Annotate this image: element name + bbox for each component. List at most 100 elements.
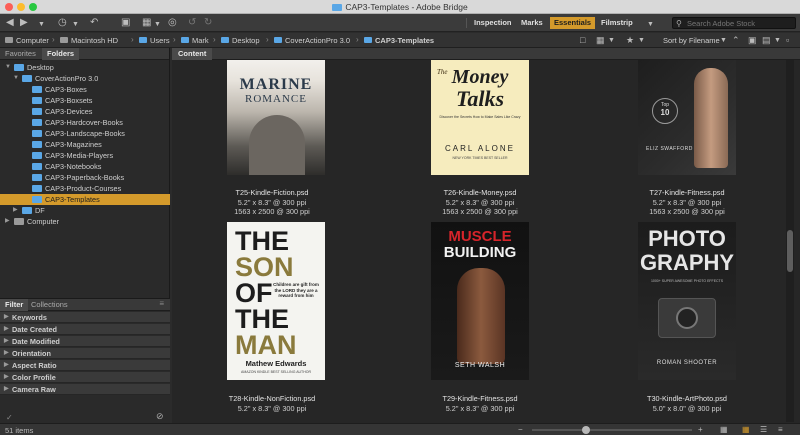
file-dimensions: 5.2" x 8.3" @ 300 ppi bbox=[652, 197, 722, 207]
file-dimensions: 5.0" x 8.0" @ 300 ppi bbox=[652, 403, 722, 413]
tab-folders[interactable]: Folders bbox=[42, 48, 80, 60]
breadcrumb-mark[interactable]: Mark bbox=[181, 36, 209, 45]
folder-icon bbox=[32, 108, 42, 115]
return-icon[interactable]: ↶ bbox=[90, 17, 98, 29]
workspace-menu-chevron-icon[interactable]: ▼ bbox=[647, 19, 654, 31]
content-scrollbar[interactable] bbox=[786, 60, 794, 422]
tree-item-cap3-hardcover-books[interactable]: CAP3-Hardcover-Books bbox=[0, 117, 170, 128]
zoom-out-icon[interactable]: − bbox=[518, 425, 523, 434]
file-name: T30-Kindle-ArtPhoto.psd bbox=[647, 394, 727, 403]
search-field[interactable]: ⚲ bbox=[672, 17, 796, 29]
file-name: T27-Kindle-Fitness.psd bbox=[649, 188, 725, 197]
cover-muscle-building[interactable]: MUSCLE BUILDING SETH WALSH bbox=[431, 222, 529, 380]
tree-item-cap3-magazines[interactable]: CAP3-Magazines bbox=[0, 139, 170, 150]
folder-icon bbox=[32, 119, 42, 126]
folder-icon bbox=[32, 97, 42, 104]
refine-icon[interactable]: ▦ bbox=[142, 17, 151, 29]
open-in-camera-raw-icon[interactable]: ◎ bbox=[168, 17, 177, 29]
breadcrumb-macintosh-hd[interactable]: Macintosh HD bbox=[60, 36, 118, 45]
tree-item-computer[interactable]: ▶ Computer bbox=[0, 216, 170, 227]
tab-collections[interactable]: Collections bbox=[26, 299, 73, 311]
sort-dropdown[interactable]: Sort by Filename bbox=[663, 36, 720, 45]
workspace-marks[interactable]: Marks bbox=[517, 17, 547, 29]
tree-item-cap3-product-courses[interactable]: CAP3-Product-Courses bbox=[0, 183, 170, 194]
breadcrumb-users[interactable]: Users bbox=[139, 36, 170, 45]
tree-item-cap3-landscape-books[interactable]: CAP3-Landscape-Books bbox=[0, 128, 170, 139]
breadcrumb-desktop[interactable]: Desktop bbox=[221, 36, 260, 45]
chevron-down-icon[interactable]: ▼ bbox=[38, 19, 45, 31]
forward-arrow-icon[interactable]: ▶ bbox=[20, 17, 28, 29]
chevron-down-icon[interactable]: ▼ bbox=[774, 37, 781, 44]
folder-icon bbox=[22, 207, 32, 214]
filter-camera-raw[interactable]: ▶ Camera Raw bbox=[0, 384, 170, 395]
filter-aspect-ratio[interactable]: ▶ Aspect Ratio bbox=[0, 360, 170, 371]
zoom-in-icon[interactable]: + bbox=[698, 425, 703, 434]
panel-menu-icon[interactable]: ≡ bbox=[159, 299, 164, 308]
tree-item-desktop[interactable]: ▼ Desktop bbox=[0, 62, 170, 73]
tree-item-cap3-notebooks[interactable]: CAP3-Notebooks bbox=[0, 161, 170, 172]
tree-item-cap3-paperback-books[interactable]: CAP3-Paperback-Books bbox=[0, 172, 170, 183]
photo-import-icon[interactable]: ▣ bbox=[121, 17, 130, 29]
cover-fitness-woman[interactable]: Top 10 ELIZ SWAFFORD bbox=[638, 60, 736, 175]
chevron-down-icon[interactable]: ▼ bbox=[720, 37, 727, 44]
tree-item-cap3-media-players[interactable]: CAP3-Media-Players bbox=[0, 150, 170, 161]
folders-panel: Favorites Folders ▼ Desktop ▼ CoverActio… bbox=[0, 48, 170, 423]
filter-orientation[interactable]: ▶ Orientation bbox=[0, 348, 170, 359]
tab-filter[interactable]: Filter bbox=[0, 299, 29, 311]
quality-icon[interactable]: □ bbox=[580, 35, 585, 45]
workspace-essentials[interactable]: Essentials bbox=[550, 17, 596, 29]
tab-content[interactable]: Content bbox=[172, 48, 213, 60]
tree-item-cap3-devices[interactable]: CAP3-Devices bbox=[0, 106, 170, 117]
expand-triangle-icon[interactable]: ▶ bbox=[5, 216, 10, 227]
new-folder-icon[interactable]: ▤ bbox=[762, 35, 771, 46]
pin-icon[interactable]: ✓ bbox=[6, 413, 13, 422]
breadcrumb-cap3-templates[interactable]: CAP3-Templates bbox=[364, 36, 434, 45]
tree-item-cap3-templates[interactable]: CAP3-Templates bbox=[0, 194, 170, 205]
chevron-down-icon[interactable]: ▼ bbox=[72, 19, 79, 31]
cover-photography[interactable]: PHOTO GRAPHY 1000+ SUPER AWESOME PHOTO E… bbox=[638, 222, 736, 380]
filter-keywords[interactable]: ▶ Keywords bbox=[0, 312, 170, 323]
window-title: CAP3-Templates - Adobe Bridge bbox=[345, 2, 468, 12]
cover-son-of-the-man[interactable]: THE SON OF Children are gift from the LO… bbox=[227, 222, 325, 380]
expand-triangle-icon[interactable]: ▶ bbox=[13, 205, 18, 216]
cover-marine-romance[interactable]: MARINE ROMANCE bbox=[227, 60, 325, 175]
tree-item-coveractionpro[interactable]: ▼ CoverActionPro 3.0 bbox=[0, 73, 170, 84]
folder-icon bbox=[32, 152, 42, 159]
breadcrumb-coveractionpro[interactable]: CoverActionPro 3.0 bbox=[274, 36, 350, 45]
open-recent-icon[interactable]: ▣ bbox=[748, 35, 757, 46]
workspace-inspection[interactable]: Inspection bbox=[470, 17, 516, 29]
tree-item-df[interactable]: ▶ DF bbox=[0, 205, 170, 216]
clear-filter-icon[interactable]: ⊘ bbox=[156, 411, 164, 422]
workspace-filmstrip[interactable]: Filmstrip bbox=[597, 17, 637, 29]
cover-money-talks[interactable]: The Money Talks Discover the Secrets How… bbox=[431, 60, 529, 175]
star-filter-icon[interactable]: ★ bbox=[626, 35, 634, 46]
scrollbar-thumb[interactable] bbox=[787, 230, 793, 272]
tree-item-cap3-boxes[interactable]: CAP3-Boxes bbox=[0, 84, 170, 95]
chevron-down-icon[interactable]: ▼ bbox=[154, 19, 161, 31]
rotate-right-icon[interactable]: ↻ bbox=[204, 17, 212, 29]
view-grid-lock-icon[interactable]: ▦ bbox=[720, 425, 728, 434]
tab-favorites[interactable]: Favorites bbox=[0, 48, 41, 60]
view-thumbnails-icon[interactable]: ▦ bbox=[742, 425, 750, 434]
breadcrumb-computer[interactable]: Computer bbox=[5, 36, 49, 45]
slider-knob[interactable] bbox=[582, 426, 590, 434]
filter-color-profile[interactable]: ▶ Color Profile bbox=[0, 372, 170, 383]
chevron-down-icon[interactable]: ▼ bbox=[608, 37, 615, 44]
tree-item-cap3-boxsets[interactable]: CAP3-Boxsets bbox=[0, 95, 170, 106]
view-options-icon[interactable]: ▦ bbox=[596, 35, 605, 46]
filter-date-modified[interactable]: ▶ Date Modified bbox=[0, 336, 170, 347]
expand-triangle-icon[interactable]: ▼ bbox=[5, 62, 11, 73]
trash-icon[interactable]: ▫ bbox=[786, 35, 789, 45]
rotate-left-icon[interactable]: ↺ bbox=[188, 17, 196, 29]
filter-date-created[interactable]: ▶ Date Created bbox=[0, 324, 170, 335]
back-arrow-icon[interactable]: ◀ bbox=[6, 17, 14, 29]
expand-triangle-icon[interactable]: ▼ bbox=[13, 73, 19, 84]
view-list-icon[interactable]: ≡ bbox=[778, 425, 783, 434]
view-details-icon[interactable]: ☰ bbox=[760, 425, 767, 434]
sort-direction-icon[interactable]: ⌃ bbox=[732, 35, 740, 46]
content-panel: Content MARINE ROMANCE T25-Kindle-Fictio… bbox=[172, 48, 800, 423]
chevron-down-icon[interactable]: ▼ bbox=[638, 37, 645, 44]
thumbnail-size-slider[interactable] bbox=[532, 426, 692, 434]
recent-folders-icon[interactable]: ◷ bbox=[58, 17, 67, 29]
search-input[interactable] bbox=[687, 18, 793, 28]
